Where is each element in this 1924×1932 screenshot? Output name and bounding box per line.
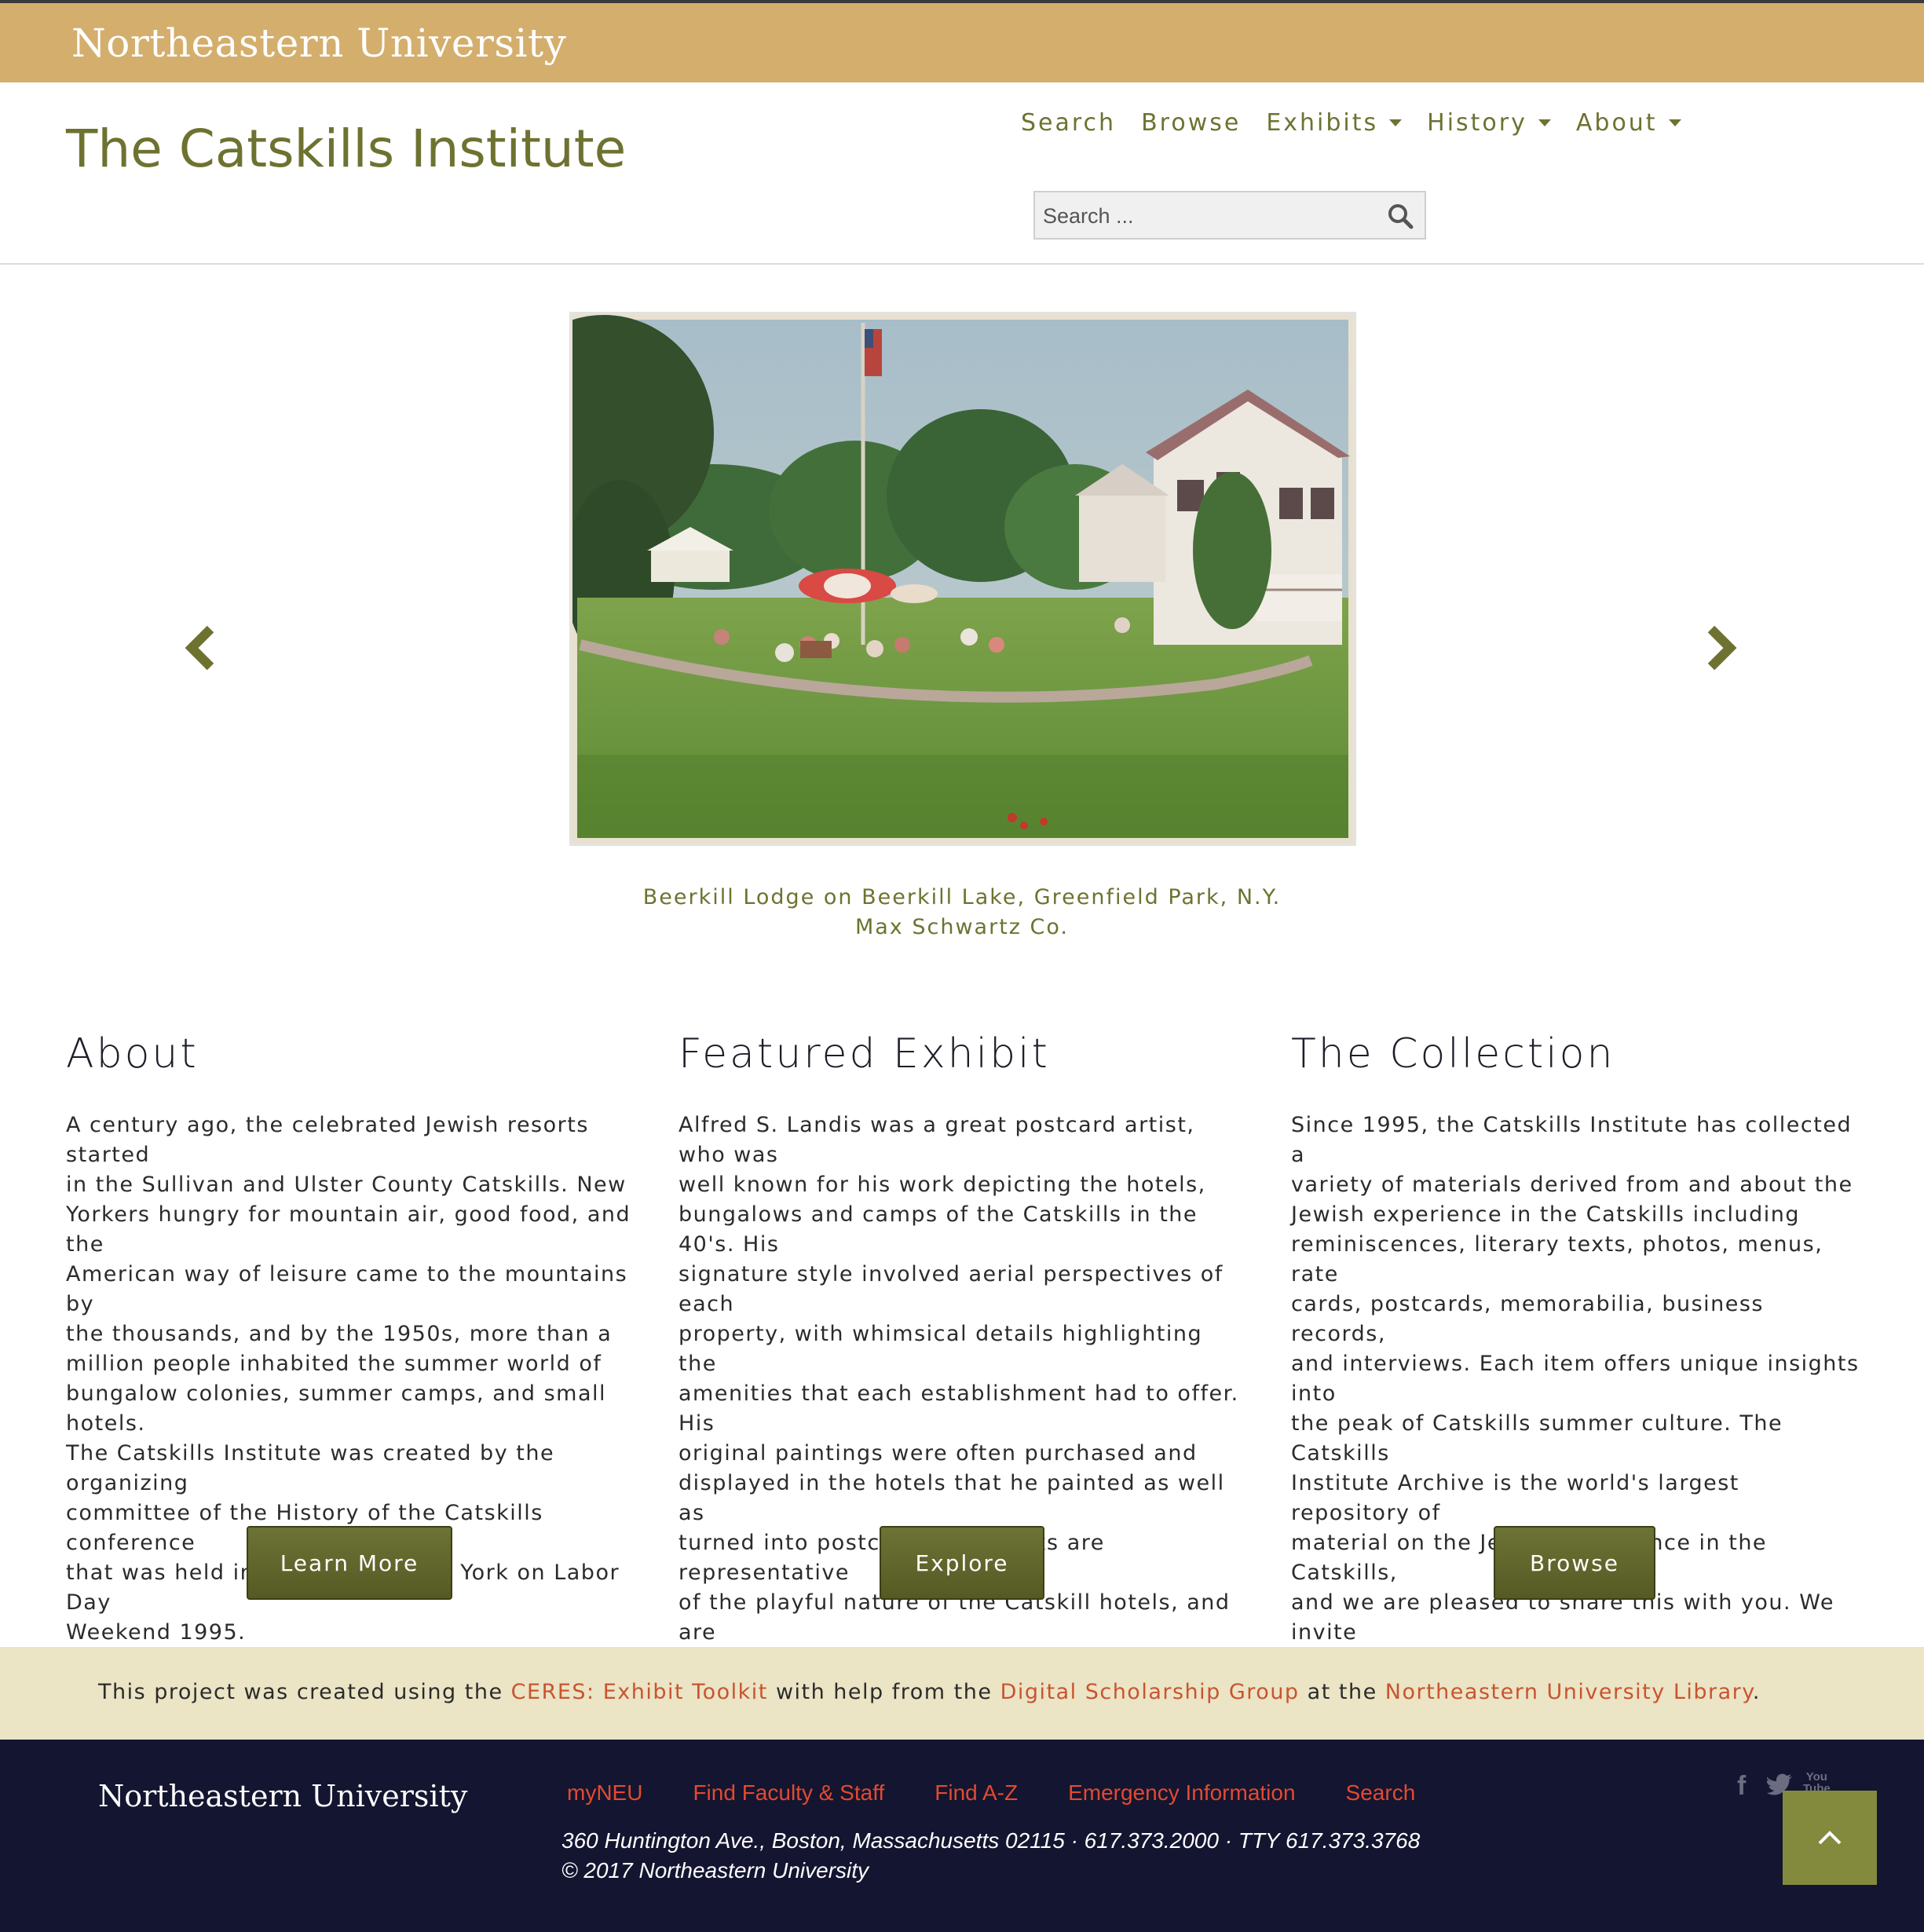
nav-history-dropdown[interactable]: History [1427, 109, 1551, 137]
footer-link-find-faculty[interactable]: Find Faculty & Staff [693, 1780, 884, 1806]
credits-middle-2: at the [1299, 1680, 1385, 1704]
main-nav: Search Browse Exhibits History About [1021, 109, 1706, 137]
caret-down-icon [1668, 119, 1681, 126]
browse-button[interactable]: Browse [1494, 1526, 1655, 1600]
caret-down-icon [1538, 119, 1551, 126]
about-heading: About [66, 1030, 199, 1078]
search-box [1033, 191, 1426, 240]
credits-text: This project was created using the CERES… [98, 1680, 1761, 1704]
explore-button[interactable]: Explore [880, 1526, 1044, 1600]
footer-links: myNEU Find Faculty & Staff Find A-Z Emer… [567, 1780, 1465, 1806]
carousel-image[interactable] [569, 312, 1356, 846]
credits-suffix: . [1752, 1680, 1761, 1704]
facebook-icon[interactable]: f [1737, 1771, 1746, 1801]
library-link[interactable]: Northeastern University Library [1385, 1680, 1753, 1704]
ceres-link[interactable]: CERES: Exhibit Toolkit [511, 1680, 768, 1704]
nav-search-label: Search [1021, 109, 1117, 137]
footer-link-myneu[interactable]: myNEU [567, 1780, 642, 1806]
footer-link-search[interactable]: Search [1346, 1780, 1416, 1806]
chevron-left-icon [185, 625, 214, 671]
site-header: The Catskills Institute Search Browse Ex… [0, 82, 1924, 265]
credits-prefix: This project was created using the [98, 1680, 511, 1704]
caption-title: Beerkill Lodge on Beerkill Lake, Greenfi… [642, 885, 1282, 909]
caption-publisher: Max Schwartz Co. [854, 915, 1070, 939]
chevron-right-icon [1707, 625, 1737, 671]
nav-browse-label: Browse [1141, 109, 1242, 137]
site-title[interactable]: The Catskills Institute [66, 119, 626, 179]
carousel-caption: Beerkill Lodge on Beerkill Lake, Greenfi… [491, 883, 1433, 942]
search-input[interactable] [1043, 200, 1373, 232]
footer-university-wordmark[interactable]: Northeastern University [98, 1779, 467, 1813]
credits-middle-1: with help from the [767, 1680, 1000, 1704]
university-wordmark[interactable]: Northeastern University [71, 20, 566, 66]
learn-more-button[interactable]: Learn More [247, 1526, 452, 1600]
featured-exhibit-heading: Featured Exhibit [679, 1030, 1050, 1078]
footer-copyright: © 2017 Northeastern University [561, 1858, 869, 1883]
youtube-text-top: You [1805, 1770, 1827, 1784]
nav-browse[interactable]: Browse [1141, 109, 1241, 137]
nav-search[interactable]: Search [1021, 109, 1116, 137]
credits-bar: This project was created using the CERES… [0, 1647, 1924, 1740]
carousel-next-button[interactable] [1702, 624, 1739, 671]
university-banner: Northeastern University [0, 0, 1924, 82]
search-icon[interactable] [1387, 203, 1414, 229]
carousel-prev-button[interactable] [182, 624, 220, 671]
footer-address: 360 Huntington Ave., Boston, Massachuset… [561, 1828, 1421, 1853]
nav-about-label: About [1575, 109, 1658, 137]
postcard-photo [572, 315, 1353, 843]
site-footer: Northeastern University myNEU Find Facul… [0, 1740, 1924, 1932]
footer-link-find-a-z[interactable]: Find A-Z [935, 1780, 1018, 1806]
back-to-top-button[interactable] [1783, 1791, 1877, 1885]
nav-history-label: History [1427, 109, 1527, 137]
caret-down-icon [1389, 119, 1403, 126]
nav-exhibits-label: Exhibits [1266, 109, 1379, 137]
collection-heading: The Collection [1291, 1030, 1615, 1078]
dsg-link[interactable]: Digital Scholarship Group [1000, 1680, 1300, 1704]
footer-link-emergency[interactable]: Emergency Information [1068, 1780, 1295, 1806]
footer-address-block: 360 Huntington Ave., Boston, Massachuset… [561, 1826, 1420, 1886]
nav-exhibits-dropdown[interactable]: Exhibits [1266, 109, 1403, 137]
chevron-up-icon [1818, 1831, 1842, 1845]
nav-about-dropdown[interactable]: About [1576, 109, 1681, 137]
